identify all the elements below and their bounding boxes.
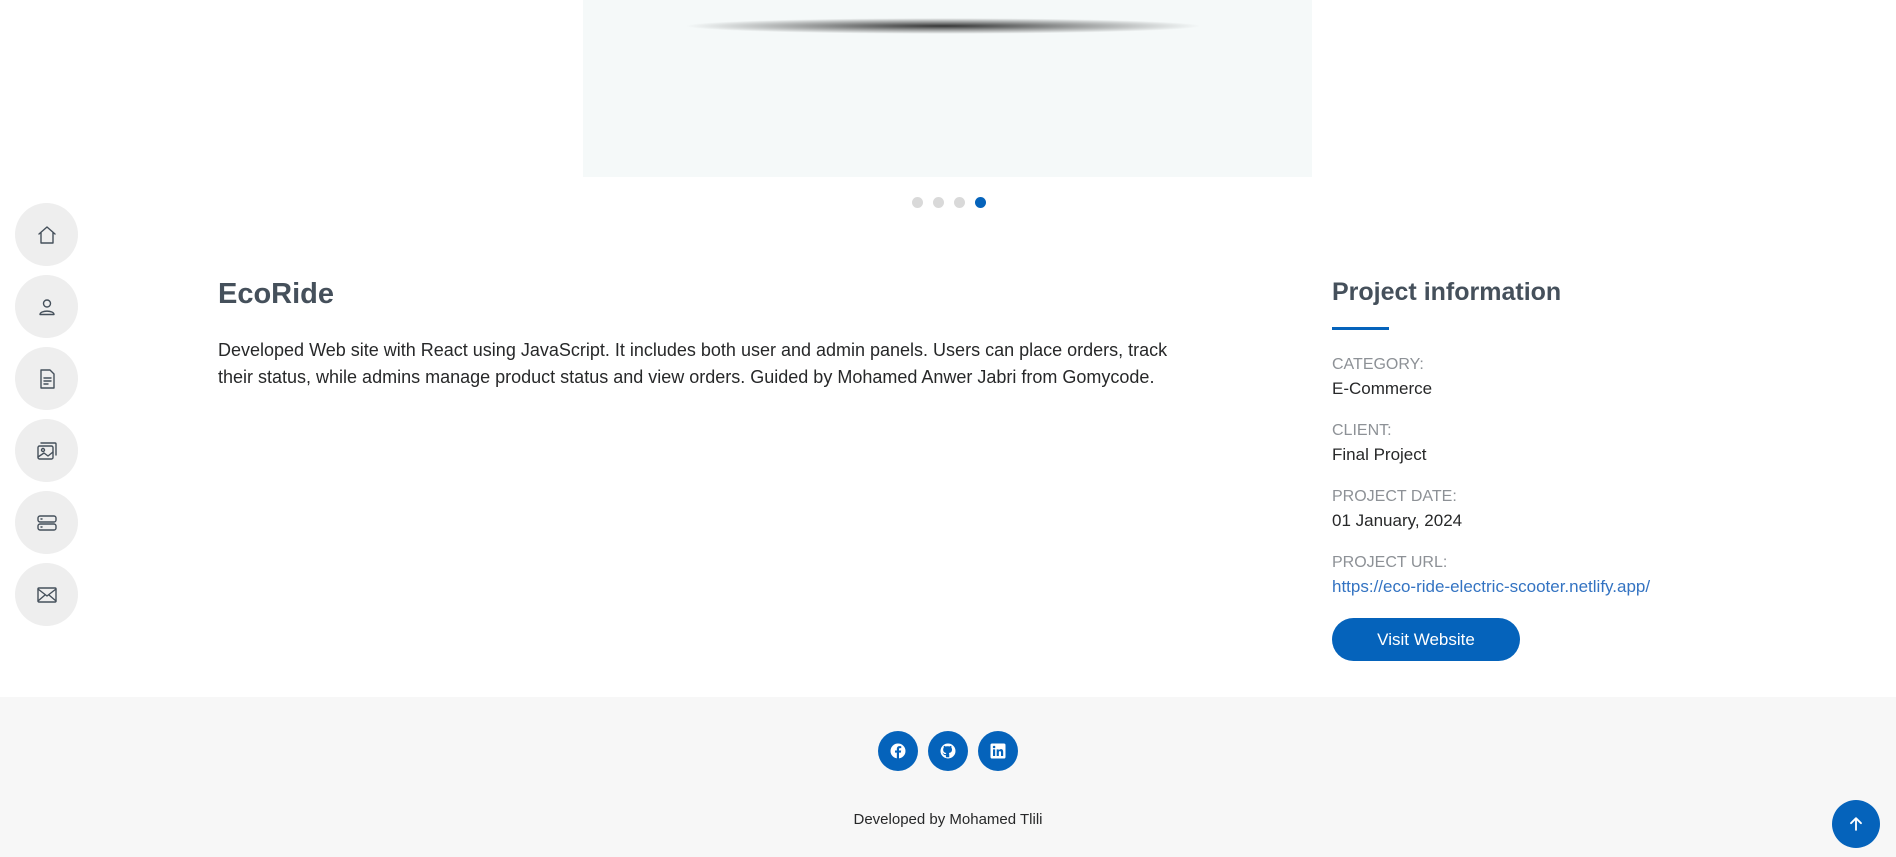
linkedin-link[interactable] (978, 731, 1018, 771)
facebook-icon (890, 743, 906, 759)
project-title: EcoRide (218, 278, 335, 310)
carousel-dot-3[interactable] (954, 197, 965, 208)
project-description: Developed Web site with React using Java… (218, 340, 1168, 387)
file-text-icon (39, 368, 55, 389)
carousel-dot-2[interactable] (933, 197, 944, 208)
project-info-heading: Project information (1332, 278, 1562, 306)
client-label: CLIENT: (1332, 422, 1392, 439)
category-label: CATEGORY: (1332, 356, 1424, 373)
category-value: E-Commerce (1332, 379, 1433, 398)
footer-credit: Developed by Mohamed Tlili (853, 811, 1043, 828)
social-links (878, 731, 1018, 771)
person-icon (38, 298, 55, 315)
project-url-link[interactable]: https://eco-ride-electric-scooter.netlif… (1332, 577, 1650, 596)
visit-website-button[interactable]: Visit Website (1332, 618, 1520, 661)
project-url-label: PROJECT URL: (1332, 554, 1448, 571)
envelope-icon (36, 586, 57, 603)
project-info-panel: Project information CATEGORY: E-Commerce… (1332, 278, 1650, 661)
arrow-up-icon (1850, 817, 1862, 831)
project-date-value: 01 January, 2024 (1332, 511, 1463, 530)
project-date-label: PROJECT DATE: (1332, 488, 1457, 505)
carousel-dot-1[interactable] (912, 197, 923, 208)
github-link[interactable] (928, 731, 968, 771)
client-value: Final Project (1332, 445, 1427, 464)
nav-about-button[interactable] (15, 275, 78, 338)
nav-resume-button[interactable] (15, 347, 78, 410)
home-icon (37, 225, 56, 244)
carousel-dot-4[interactable] (975, 197, 986, 208)
nav-contact-button[interactable] (15, 563, 78, 626)
server-icon (36, 514, 57, 531)
footer: Developed by Mohamed Tlili (0, 697, 1896, 857)
github-icon (940, 743, 956, 759)
heading-underline (1332, 327, 1389, 330)
carousel-pagination (912, 197, 986, 208)
project-image-carousel (583, 0, 1312, 177)
back-to-top-button[interactable] (1832, 800, 1880, 848)
images-icon (36, 441, 57, 460)
linkedin-icon (990, 743, 1006, 759)
nav-services-button[interactable] (15, 491, 78, 554)
nav-portfolio-button[interactable] (15, 419, 78, 482)
scooter-image-shadow (683, 18, 1203, 34)
facebook-link[interactable] (878, 731, 918, 771)
nav-home-button[interactable] (15, 203, 78, 266)
